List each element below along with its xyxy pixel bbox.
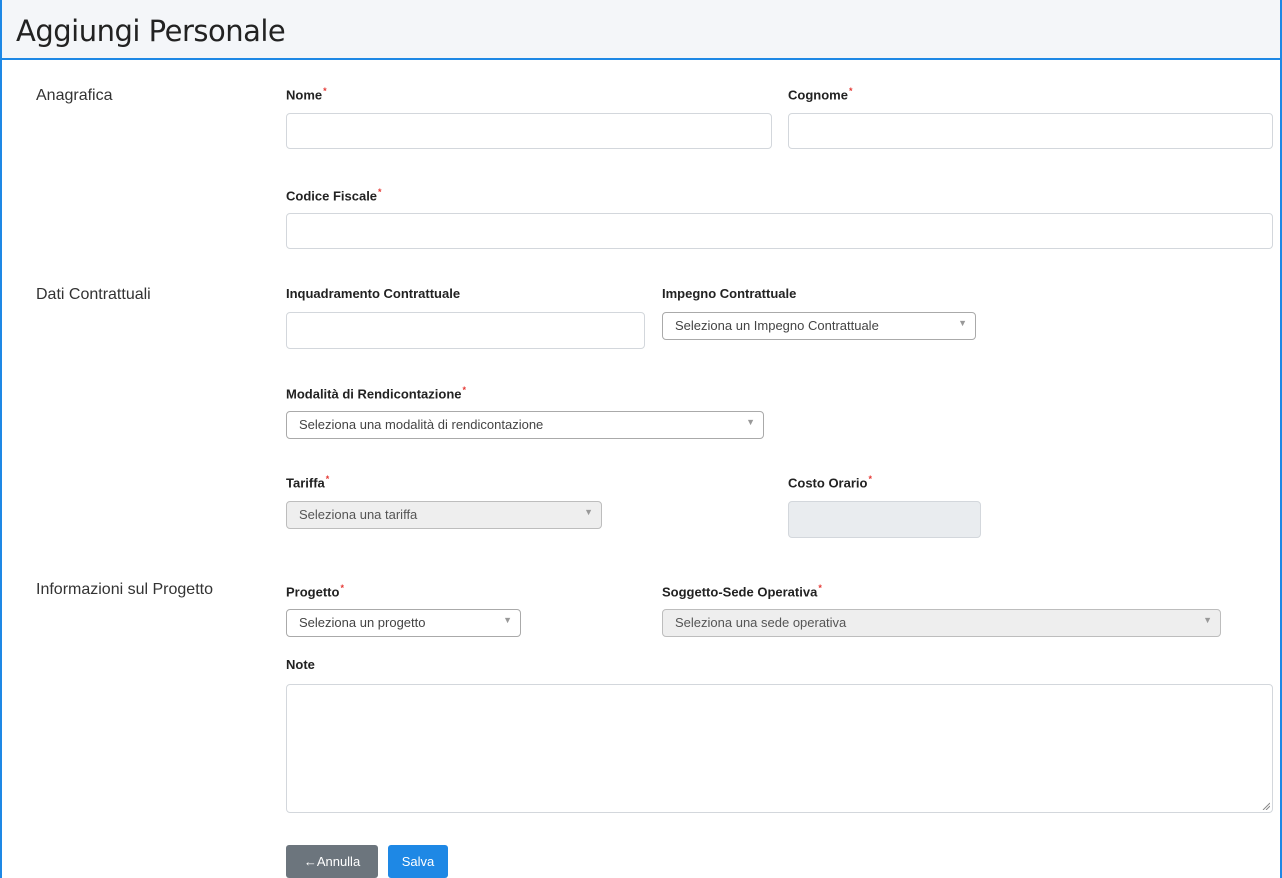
chevron-down-icon: ▼: [1203, 615, 1212, 625]
required-mark: *: [818, 583, 822, 593]
costo-orario-label-text: Costo Orario: [788, 475, 868, 491]
nome-label-text: Nome: [286, 87, 323, 103]
modalita-label: Modalità di Rendicontazione*: [286, 385, 466, 401]
nome-label: Nome*: [286, 86, 327, 102]
section-informazioni-progetto: Informazioni sul Progetto: [36, 581, 213, 598]
tariffa-selected: Seleziona una tariffa: [299, 507, 418, 522]
cognome-label: Cognome*: [788, 86, 852, 102]
chevron-down-icon: ▼: [958, 318, 967, 328]
note-label-text: Note: [286, 657, 315, 672]
nome-input[interactable]: [286, 113, 772, 149]
resize-grip-icon[interactable]: [1262, 802, 1270, 810]
codice-fiscale-input[interactable]: [286, 213, 1273, 249]
impegno-selected: Seleziona un Impegno Contrattuale: [675, 318, 879, 333]
cognome-input[interactable]: [788, 113, 1273, 149]
required-mark: *: [378, 187, 382, 197]
note-label: Note: [286, 657, 315, 672]
chevron-down-icon: ▼: [746, 417, 755, 427]
tariffa-label-text: Tariffa: [286, 475, 325, 491]
codice-fiscale-label: Codice Fiscale*: [286, 187, 382, 203]
sede-label-text: Soggetto-Sede Operativa: [662, 584, 818, 600]
progetto-select[interactable]: Seleziona un progetto ▼: [286, 609, 521, 637]
required-mark: *: [868, 474, 872, 484]
salva-button-label: Salva: [401, 854, 435, 869]
chevron-down-icon: ▼: [503, 615, 512, 625]
impegno-label-text: Impegno Contrattuale: [662, 286, 797, 301]
costo-orario-input[interactable]: [788, 501, 981, 538]
modalita-label-text: Modalità di Rendicontazione: [286, 386, 462, 402]
chevron-down-icon: ▼: [584, 507, 593, 517]
page-title: Aggiungi Personale: [16, 14, 286, 48]
required-mark: *: [325, 474, 330, 484]
progetto-label: Progetto*: [286, 583, 344, 599]
inquadramento-label-text: Inquadramento Contrattuale: [286, 286, 461, 301]
impegno-select[interactable]: Seleziona un Impegno Contrattuale ▼: [662, 312, 976, 340]
cognome-label-text: Cognome: [788, 87, 848, 103]
required-mark: *: [323, 86, 327, 96]
page-header: Aggiungi Personale: [2, 0, 1280, 60]
modalita-select[interactable]: Seleziona una modalità di rendicontazion…: [286, 411, 764, 439]
tariffa-select[interactable]: Seleziona una tariffa ▼: [286, 501, 602, 529]
required-mark: *: [848, 86, 853, 96]
note-textarea[interactable]: [286, 684, 1273, 813]
annulla-button-label: Annulla: [316, 854, 361, 869]
salva-button[interactable]: Salva: [388, 845, 448, 878]
codice-fiscale-label-text: Codice Fiscale: [286, 188, 378, 204]
sede-select[interactable]: Seleziona una sede operativa ▼: [662, 609, 1221, 637]
impegno-label: Impegno Contrattuale: [662, 286, 796, 301]
arrow-left-icon: ←: [303, 854, 317, 869]
inquadramento-input[interactable]: [286, 312, 645, 349]
annulla-button[interactable]: ←Annulla: [286, 845, 378, 878]
required-mark: *: [462, 385, 467, 395]
progetto-selected: Seleziona un progetto: [299, 615, 426, 630]
tariffa-label: Tariffa*: [286, 474, 329, 490]
inquadramento-label: Inquadramento Contrattuale: [286, 286, 460, 301]
progetto-label-text: Progetto: [286, 584, 340, 600]
window-border-left: [0, 0, 2, 878]
section-dati-contrattuali: Dati Contrattuali: [36, 286, 151, 303]
sede-label: Soggetto-Sede Operativa*: [662, 583, 822, 599]
required-mark: *: [340, 583, 344, 593]
modalita-selected: Seleziona una modalità di rendicontazion…: [299, 417, 544, 432]
section-anagrafica: Anagrafica: [36, 87, 113, 104]
sede-selected: Seleziona una sede operativa: [675, 615, 847, 630]
costo-orario-label: Costo Orario*: [788, 474, 872, 490]
